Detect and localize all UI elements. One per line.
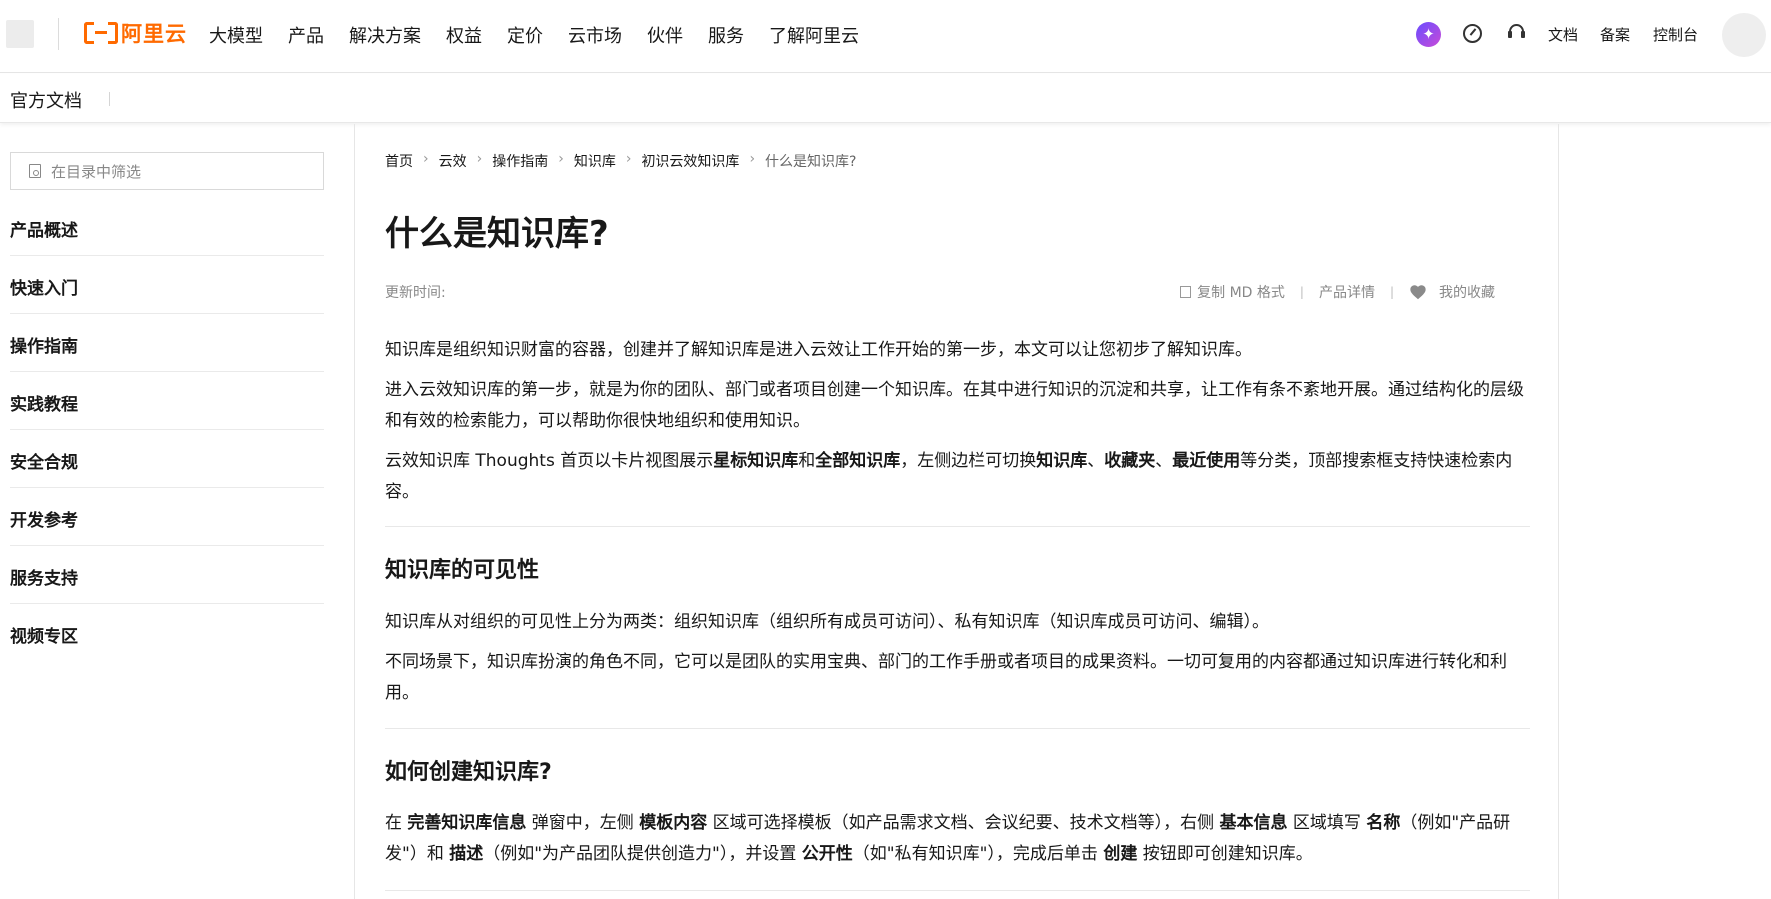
my-favorites-button[interactable]: 我的收藏 [1439,282,1495,302]
divider [58,18,59,50]
divider [385,728,1530,729]
page-title: 什么是知识库? [385,214,609,254]
paragraph-scenarios: 不同场景下，知识库扮演的角色不同，它可以是团队的实用宝典、部门的工作手册或者项目… [385,652,1507,703]
paragraph-intro: 知识库是组织知识财富的容器，创建并了解知识库是进入云效让工作开始的第一步，本文可… [385,340,1252,360]
top-navigation: 阿里云 大模型 产品 解决方案 权益 定价 云市场 伙伴 服务 了解阿里云 ✦ … [0,0,1771,73]
catalog-filter-input[interactable]: 在目录中筛选 [10,152,324,190]
section-heading-create: 如何创建知识库? [385,760,552,785]
nav-item-about[interactable]: 了解阿里云 [769,22,859,48]
section-heading-visibility: 知识库的可见性 [385,558,540,583]
sidebar-item-tutorials[interactable]: 实践教程 [10,372,324,430]
copy-icon [1180,286,1192,298]
content-right-border [1558,124,1559,899]
filter-placeholder: 在目录中筛选 [51,162,142,181]
divider: | [1389,285,1394,299]
aliyun-logo[interactable]: 阿里云 [84,18,187,48]
chevron-right-icon: › [625,151,632,167]
paragraph-visibility-types: 知识库从对组织的可见性上分为两类：组织知识库（组织所有成员可访问）、私有知识库（… [385,612,1269,632]
breadcrumb-current: 什么是知识库? [765,154,857,170]
main-nav: 大模型 产品 解决方案 权益 定价 云市场 伙伴 服务 了解阿里云 [209,22,884,48]
divider: | [1299,285,1304,299]
breadcrumb-guide[interactable]: 操作指南 [492,151,548,171]
copy-md-button[interactable]: 复制 MD 格式 [1197,282,1285,302]
filter-doc-search-icon [29,164,41,178]
sidebar-item-videos[interactable]: 视频专区 [10,604,324,662]
chevron-right-icon: › [476,151,483,167]
sidebar: 在目录中筛选 产品概述 快速入门 操作指南 实践教程 安全合规 开发参考 服务支… [0,124,355,899]
docs-title[interactable]: 官方文档 [10,87,82,113]
sidebar-item-guide[interactable]: 操作指南 [10,314,324,372]
ai-assistant-icon[interactable]: ✦ [1416,22,1441,47]
paragraph-create-steps: 在 完善知识库信息 弹窗中，左侧 模板内容 区域可选择模板（如产品需求文档、会议… [385,813,1511,864]
heart-icon[interactable] [1409,284,1427,300]
console-link[interactable]: 控制台 [1653,24,1698,45]
chevron-right-icon: › [423,151,429,167]
logo-text: 阿里云 [121,22,187,46]
divider [385,890,1530,891]
nav-item-marketplace[interactable]: 云市场 [568,22,622,48]
sidebar-item-quickstart[interactable]: 快速入门 [10,256,324,314]
sidebar-item-security[interactable]: 安全合规 [10,430,324,488]
product-detail-link[interactable]: 产品详情 [1319,282,1375,302]
paragraph-thoughts-home: 云效知识库 Thoughts 首页以卡片视图展示星标知识库和全部知识库，左侧边栏… [385,451,1513,502]
nav-item-partners[interactable]: 伙伴 [647,22,683,48]
filing-link[interactable]: 备案 [1600,24,1630,45]
docs-link[interactable]: 文档 [1548,24,1578,45]
breadcrumb: 首页 › 云效 › 操作指南 › 知识库 › 初识云效知识库 › 什么是知识库? [385,151,856,171]
sidebar-item-dev-reference[interactable]: 开发参考 [10,488,324,546]
nav-item-models[interactable]: 大模型 [209,22,263,48]
sidebar-item-overview[interactable]: 产品概述 [10,198,324,256]
gauge-icon[interactable] [1463,24,1482,43]
menu-icon[interactable] [6,20,34,48]
paragraph-first-step: 进入云效知识库的第一步，就是为你的团队、部门或者项目创建一个知识库。在其中进行知… [385,380,1524,431]
nav-item-benefits[interactable]: 权益 [446,22,482,48]
breadcrumb-intro[interactable]: 初识云效知识库 [641,151,739,171]
avatar[interactable] [1722,13,1766,57]
nav-item-products[interactable]: 产品 [288,22,324,48]
docs-subheader: 官方文档 [0,74,1771,123]
breadcrumb-home[interactable]: 首页 [385,151,413,171]
chevron-right-icon: › [558,151,564,167]
chevron-right-icon: › [749,151,756,167]
headset-icon[interactable] [1507,23,1526,42]
meta-row: 更新时间: 复制 MD 格式 | 产品详情 | 我的收藏 [385,282,1495,304]
logo-mark-icon [84,22,118,44]
breadcrumb-knowledge-base[interactable]: 知识库 [574,151,616,171]
article-actions: 复制 MD 格式 | 产品详情 | 我的收藏 [1180,282,1495,302]
nav-item-pricing[interactable]: 定价 [507,22,543,48]
sidebar-list: 产品概述 快速入门 操作指南 实践教程 安全合规 开发参考 服务支持 视频专区 [10,198,324,662]
nav-item-services[interactable]: 服务 [708,22,744,48]
divider [385,526,1530,527]
updated-label: 更新时间: [385,285,446,301]
breadcrumb-yunxiao[interactable]: 云效 [439,151,467,171]
sidebar-item-support[interactable]: 服务支持 [10,546,324,604]
divider [109,92,110,106]
nav-item-solutions[interactable]: 解决方案 [349,22,421,48]
